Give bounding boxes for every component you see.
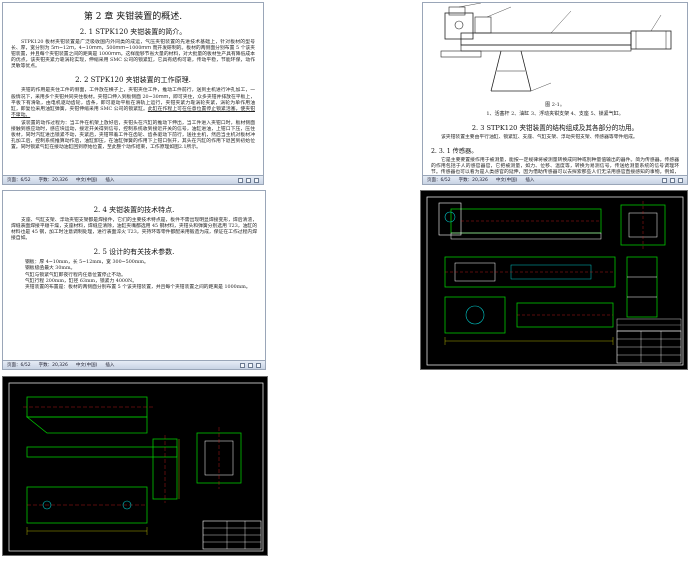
view-web-icon[interactable] [678, 177, 683, 183]
status-mode: 插入 [105, 363, 115, 368]
section-2-2-body-1: 夹钳的作用是夹住工件的侧面，工件放在横子上，夹钳夹住工件，推动工件前行，送到主机… [11, 88, 255, 118]
status-mode: 插入 [105, 178, 115, 183]
section-2-1-title: 2. 1 STPK120 夹钳装置的简介。 [79, 28, 187, 36]
section-2-3-title: 2. 3 STPK120 夹钳装置的结构组成及其各部分的功用。 [471, 124, 639, 132]
figure-caption: 图 2-1。 [545, 102, 565, 108]
status-mode: 插入 [525, 178, 535, 183]
section-2-5-title: 2. 5 设计的有关技术参数. [93, 248, 175, 257]
status-lang: 中文(中国) [75, 363, 98, 368]
page-2-content: 图 2-1。 1、活塞杆 2、油缸 3、浮动夹钳支架 4、支座 5、锁紧气缸。 … [431, 3, 679, 174]
status-lang: 中文(中国) [495, 178, 518, 183]
section-2-2-title: 2. 2 STPK120 夹钳装置的工作原理. [75, 76, 191, 85]
view-print-icon[interactable] [240, 362, 245, 368]
param-line-4: 夹钳装置的布置是：板材的两侧面分别布置 5 个该夹钳装置，并且每个夹钳装置之间的… [25, 284, 251, 290]
cad-assembly-drawing [420, 190, 688, 370]
section-2-4-title: 2. 4 夹钳装置的技术特点. [93, 206, 175, 214]
status-words: 字数：20,326 [38, 363, 68, 368]
section-2-3-1-body: 它是主要要置接作用于被测量，能按一定规律将被测量转换成同种或别种量值输出的器件。… [431, 158, 679, 174]
cad-assembly-canvas [426, 196, 684, 366]
document-page-1: 第 2 章 夹钳装置的概述. 2. 1 STPK120 夹钳装置的简介。 STP… [2, 2, 264, 185]
figure-legend: 1、活塞杆 2、油缸 3、浮动夹钳支架 4、支座 5、锁紧气缸。 [486, 111, 624, 117]
section-2-3-1-title: 2. 3. 1 传感器。 [431, 148, 478, 156]
status-page: 页面：6/52 [7, 178, 31, 183]
status-bar: 页面：6/52 字数：20,326 中文(中国) 插入 [3, 175, 263, 184]
status-page: 页面：6/52 [7, 363, 31, 368]
page-1-content: 第 2 章 夹钳装置的概述. 2. 1 STPK120 夹钳装置的简介。 STP… [11, 3, 255, 174]
figure-2-1-drawing [440, 3, 672, 92]
status-lang: 中文(中国) [75, 178, 98, 183]
section-2-1-body: STPK120 板材夹钳装置是广泛吸收国内外同类的成运，气压夹钳装置的先进技术基… [11, 40, 255, 70]
view-fullscreen-icon[interactable] [670, 177, 675, 183]
status-page: 页面：6/52 [427, 178, 451, 183]
status-bar: 页面：6/52 字数：20,326 中文(中国) 插入 [423, 175, 687, 184]
chapter-title: 第 2 章 夹钳装置的概述. [83, 12, 183, 22]
view-fullscreen-icon[interactable] [248, 362, 253, 368]
document-page-2: 图 2-1。 1、活塞杆 2、油缸 3、浮动夹钳支架 4、支座 5、锁紧气缸。 … [422, 2, 688, 185]
view-fullscreen-icon[interactable] [246, 177, 251, 183]
view-web-icon[interactable] [256, 362, 261, 368]
status-bar: 页面：6/52 字数：20,326 中文(中国) 插入 [3, 360, 265, 369]
view-controls [238, 177, 259, 183]
section-2-3-body: 该夹钳装置主要由平行油缸、锁紧缸、支座、气缸支架、浮动夹钳支架、传感器等零件组成… [441, 135, 638, 140]
document-page-3: 2. 4 夹钳装置的技术特点. 支座、气缸支架、浮动夹钳支架都是焊接件，它们的主… [2, 190, 266, 370]
view-print-icon[interactable] [662, 177, 667, 183]
cad-part-drawing [2, 376, 268, 556]
cad-part-canvas [8, 382, 264, 552]
status-words: 字数：20,326 [458, 178, 488, 183]
view-web-icon[interactable] [254, 177, 259, 183]
status-words: 字数：20,326 [38, 178, 68, 183]
view-controls [662, 177, 683, 183]
view-print-icon[interactable] [238, 177, 243, 183]
view-controls [240, 362, 261, 368]
page-3-content: 2. 4 夹钳装置的技术特点. 支座、气缸支架、浮动夹钳支架都是焊接件，它们的主… [11, 191, 257, 359]
section-2-2-body-2: 该装置的动作过程为：当工件在机架上放好后，夹钳头在汽缸的推动下伸出，当工件进入夹… [11, 120, 255, 151]
section-2-4-body: 支座、气缸支架、浮动夹钳支架都是焊接件，它们的主要技术特点是，板件不需出现明显焊… [11, 218, 257, 242]
